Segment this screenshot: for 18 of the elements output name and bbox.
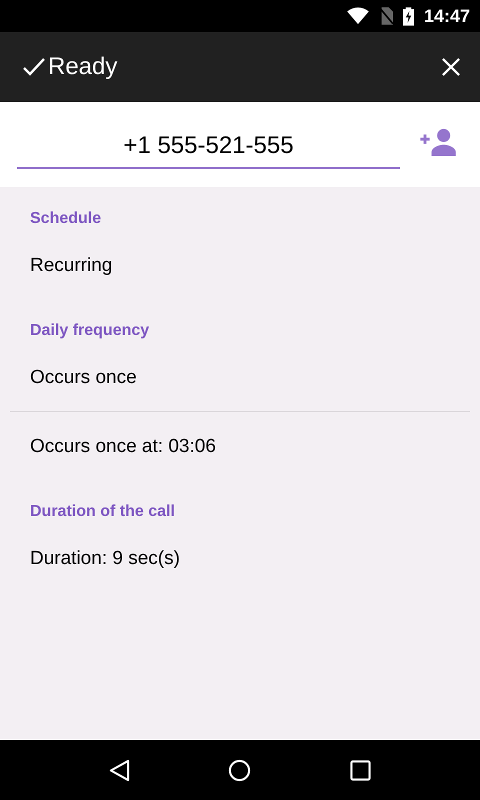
back-icon[interactable] [109, 758, 130, 782]
recents-icon[interactable] [350, 760, 371, 780]
close-icon[interactable] [442, 58, 460, 76]
add-contact-icon[interactable] [420, 128, 458, 156]
setting-value[interactable]: Duration: 9 sec(s) [0, 547, 480, 571]
phone-number-field[interactable]: +1 555-521-555 [17, 128, 400, 168]
section-header: Duration of the call [29, 502, 176, 522]
wifi-icon [346, 7, 369, 25]
setting-value[interactable]: Occurs once [0, 366, 480, 390]
ready-button[interactable]: Ready [22, 53, 118, 81]
no-sim-icon [378, 7, 393, 25]
battery-icon [402, 6, 414, 26]
clock-time: 14:47 [424, 6, 470, 26]
section-header: Daily frequency [29, 321, 150, 341]
setting-value[interactable]: Occurs once at: 03:06 [0, 435, 480, 459]
setting-value[interactable]: Recurring [0, 254, 480, 278]
home-icon[interactable] [228, 758, 252, 782]
section-header: Schedule [29, 209, 102, 229]
